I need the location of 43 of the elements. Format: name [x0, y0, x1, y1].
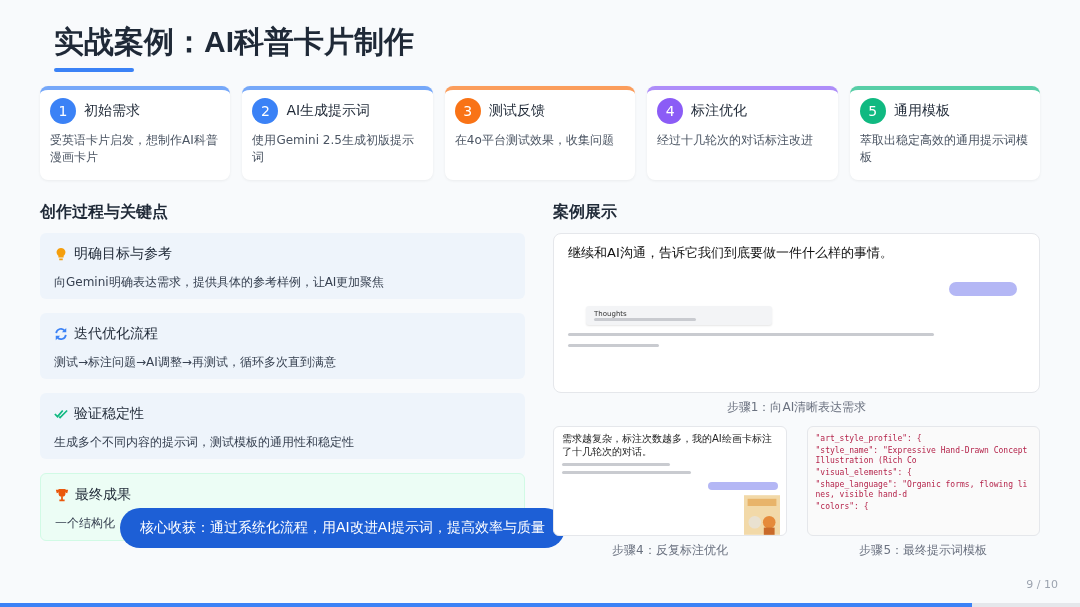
step-title: 初始需求: [84, 102, 140, 120]
card-description: 生成多个不同内容的提示词，测试模板的通用性和稳定性: [54, 434, 354, 451]
page-number: 9 / 10: [1026, 578, 1058, 591]
code-line: "shape_language": "Organic forms, flowing lines, visible hand-d: [815, 480, 1029, 500]
step-description: 经过十几轮次的对话标注改进: [657, 132, 815, 149]
step-number: 1: [50, 98, 76, 124]
card-description: 向Gemini明确表达需求，提供具体的参考样例，让AI更加聚焦: [54, 274, 385, 291]
double-check-icon: [54, 407, 68, 421]
card-title: 最终成果: [75, 486, 131, 504]
step-title: AI生成提示词: [286, 102, 371, 120]
step-title: 通用模板: [893, 102, 950, 120]
step-number: 3: [454, 98, 481, 124]
message-bubble: [707, 482, 778, 490]
lightbulb-icon: [54, 247, 68, 261]
sync-icon: [54, 327, 68, 341]
step-description: 萃取出稳定高效的通用提示词模板: [859, 132, 1029, 166]
screenshot-headline: 继续和AI沟通，告诉它我们到底要做一件什么样的事情。: [568, 244, 894, 262]
screenshot-caption: 步骤1：向AI清晰表达需求: [725, 399, 868, 416]
step-description: 使用Gemini 2.5生成初版提示词: [252, 132, 415, 166]
step-title: 标注优化: [691, 102, 748, 120]
card-description: 测试→标注问题→AI调整→再测试，循环多次直到满意: [54, 354, 336, 371]
code-line: "style_name": "Expressive Hand-Drawn Concept Illustration (Rich Co: [815, 446, 1029, 466]
step-title: 测试反馈: [488, 102, 545, 120]
step-description: 在4o平台测试效果，收集问题: [454, 132, 615, 149]
step-number: 5: [859, 98, 886, 124]
card-title: 明确目标与参考: [74, 245, 172, 263]
code-line: "colors": {: [815, 502, 870, 512]
step-description: 受英语卡片启发，想制作AI科普漫画卡片: [50, 132, 219, 166]
card-title: 验证稳定性: [74, 405, 144, 423]
screenshot-caption: 步骤4：反复标注优化: [610, 542, 729, 559]
section-heading: 案例展示: [553, 202, 618, 223]
card-title: 迭代优化流程: [74, 325, 158, 343]
code-line: "art_style_profile": {: [815, 434, 923, 444]
section-heading: 创作过程与关键点: [40, 202, 169, 223]
message-bubble: [949, 282, 1017, 296]
trophy-icon: [55, 488, 69, 502]
step-number: 4: [657, 98, 684, 124]
card-description: 一个结构化: [55, 515, 115, 532]
slide-title: 实战案例：AI科普卡片制作: [54, 24, 415, 60]
step-number: 2: [252, 98, 279, 124]
code-line: "visual_elements": {: [815, 468, 913, 478]
screenshot-headline: 需求越复杂，标注次数越多，我的AI绘画卡标注了十几轮次的对话。: [562, 432, 773, 458]
screenshot-caption: 步骤5：最终提示词模板: [858, 542, 989, 559]
